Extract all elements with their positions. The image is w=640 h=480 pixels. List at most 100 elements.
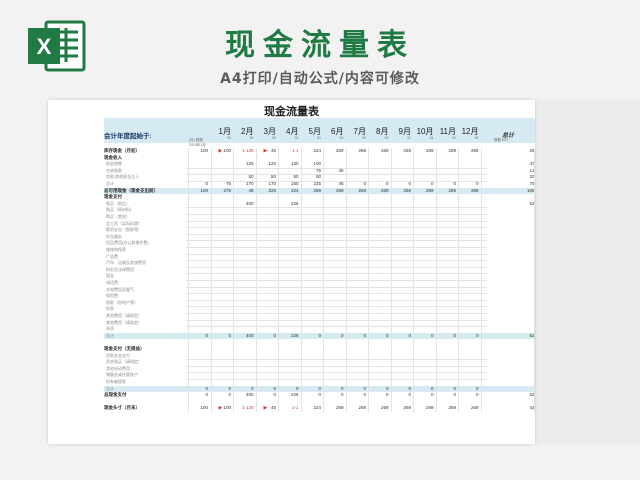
row-label[interactable]: 总可用现金（现金支出前） <box>104 188 184 194</box>
value-cell[interactable]: 269 <box>457 148 479 154</box>
total-cell[interactable]: 0 <box>515 379 535 385</box>
value-cell[interactable]: 130 <box>277 161 299 167</box>
row-label[interactable]: 购买（其他） <box>106 214 186 220</box>
value-cell[interactable]: 0 <box>412 386 434 392</box>
total-cell[interactable]: 0 <box>515 359 535 365</box>
value-cell[interactable]: 0 <box>434 333 456 339</box>
total-cell[interactable]: 0 <box>515 372 535 378</box>
row-label[interactable]: 库存现金（月初） <box>104 148 184 154</box>
row-label[interactable]: 薪资支出（税款等） <box>106 227 186 233</box>
total-cell[interactable]: 0 <box>515 267 535 273</box>
value-cell[interactable]: 269 <box>389 405 411 411</box>
value-cell[interactable]: 0 <box>434 392 456 398</box>
row-label[interactable]: 总计 <box>106 181 186 187</box>
row-label[interactable]: 现金支付 <box>104 194 184 200</box>
row-label[interactable]: 总计 <box>106 386 186 392</box>
value-cell[interactable]: 269 <box>434 148 456 154</box>
value-cell[interactable]: 0 <box>344 386 366 392</box>
total-cell[interactable]: 626 <box>515 333 535 339</box>
start-cell[interactable]: 0 <box>186 392 208 398</box>
value-cell[interactable]: 0 <box>209 392 231 398</box>
value-cell[interactable]: 0 <box>209 333 231 339</box>
start-cell[interactable]: 0 <box>186 181 208 187</box>
value-cell[interactable]: 269 <box>389 188 411 194</box>
value-cell[interactable]: 0 <box>322 392 344 398</box>
row-label[interactable]: 税款（房地产等） <box>106 300 186 306</box>
total-cell[interactable]: 120 <box>515 168 535 174</box>
row-label[interactable]: 其他费用（请指定） <box>106 313 186 319</box>
value-cell[interactable]: 0 <box>277 386 299 392</box>
value-cell[interactable]: 269 <box>344 405 366 411</box>
value-cell[interactable]: 0 <box>457 392 479 398</box>
value-cell[interactable]: 45 <box>232 188 253 194</box>
row-label[interactable]: 其他启动费用 <box>106 366 186 372</box>
value-cell[interactable]: 225 <box>254 188 276 194</box>
total-cell[interactable]: 795 <box>515 181 535 187</box>
value-cell[interactable]: 269 <box>322 188 344 194</box>
value-cell[interactable]: 269 <box>367 405 389 411</box>
value-cell[interactable]: 0 <box>434 386 456 392</box>
row-label[interactable]: 利息 <box>106 306 186 312</box>
row-label[interactable]: 财务及法律费用 <box>106 267 186 273</box>
value-cell[interactable]: 226 <box>277 201 299 207</box>
value-cell[interactable]: 0 <box>254 392 276 398</box>
value-cell[interactable]: 269 <box>299 188 321 194</box>
value-cell[interactable]: 0 <box>389 333 411 339</box>
value-cell[interactable]: 224 <box>299 148 321 154</box>
total-cell[interactable]: 626 <box>515 392 535 398</box>
value-cell[interactable]: 0 <box>367 386 389 392</box>
value-cell[interactable]: 50 <box>254 174 276 180</box>
value-cell[interactable]: 50 <box>232 174 253 180</box>
value-cell[interactable]: 0 <box>389 392 411 398</box>
value-cell[interactable]: 269 <box>457 405 479 411</box>
value-cell[interactable]: 0 <box>457 333 479 339</box>
total-cell[interactable]: 0 <box>515 240 535 246</box>
value-cell[interactable]: 0 <box>457 386 479 392</box>
value-cell[interactable]: 0 <box>344 181 366 187</box>
value-cell[interactable]: 1-1 <box>277 148 299 154</box>
total-cell[interactable]: 0 <box>515 280 535 286</box>
row-label[interactable]: 汽车、运输及差旅费用 <box>106 260 186 266</box>
total-cell[interactable]: 0 <box>515 313 535 319</box>
value-cell[interactable]: 0 <box>367 181 389 187</box>
total-cell[interactable]: 0 <box>515 353 535 359</box>
row-label[interactable]: 总现金支付 <box>104 392 184 398</box>
value-cell[interactable]: 269 <box>367 188 389 194</box>
value-cell[interactable]: 0 <box>254 333 276 339</box>
total-cell[interactable]: 0 <box>515 273 535 279</box>
value-cell[interactable]: 0 <box>389 386 411 392</box>
value-cell[interactable]: 226 <box>277 333 299 339</box>
value-cell[interactable]: 1-125 <box>232 405 254 411</box>
row-label[interactable]: 购买（商品） <box>106 201 186 207</box>
value-cell[interactable]: 0 <box>209 386 231 392</box>
value-cell[interactable]: 45 <box>322 168 343 174</box>
total-cell[interactable]: 436 <box>515 405 535 411</box>
value-cell[interactable]: 269 <box>344 148 366 154</box>
value-cell[interactable]: 45 <box>322 181 343 187</box>
value-cell[interactable]: 1-125 <box>232 148 254 154</box>
total-cell[interactable]: 475 <box>515 161 535 167</box>
total-cell[interactable]: 0 <box>515 300 535 306</box>
row-label[interactable]: 现金收入 <box>104 155 184 161</box>
value-cell[interactable]: 226 <box>277 392 299 398</box>
value-cell[interactable]: 75 <box>209 181 231 187</box>
value-cell[interactable]: 50 <box>277 174 298 180</box>
total-cell[interactable]: 0 <box>515 366 535 372</box>
value-cell[interactable]: 269 <box>434 188 456 194</box>
row-label[interactable]: 贷款本金支付 <box>106 353 186 359</box>
row-label[interactable]: 总工资（实际扣除） <box>106 221 186 227</box>
value-cell[interactable]: 400 <box>232 201 254 207</box>
total-cell[interactable]: 0 <box>515 221 535 227</box>
start-cell[interactable]: 0 <box>186 333 208 339</box>
total-cell[interactable]: 0 <box>515 260 535 266</box>
row-label[interactable]: 水电费用及暖气 <box>106 287 186 293</box>
value-cell[interactable]: 0 <box>299 333 321 339</box>
value-cell[interactable]: 1-1 <box>277 405 299 411</box>
row-label[interactable]: 贷款/其他现金注入 <box>106 174 186 180</box>
total-cell[interactable]: 0 <box>515 326 535 332</box>
row-label[interactable]: 租金 <box>106 273 186 279</box>
value-cell[interactable]: 0 <box>412 181 434 187</box>
value-cell[interactable]: 50 <box>299 174 321 180</box>
row-label[interactable]: 杂项 <box>106 326 186 332</box>
total-cell[interactable]: 269 <box>515 148 535 154</box>
